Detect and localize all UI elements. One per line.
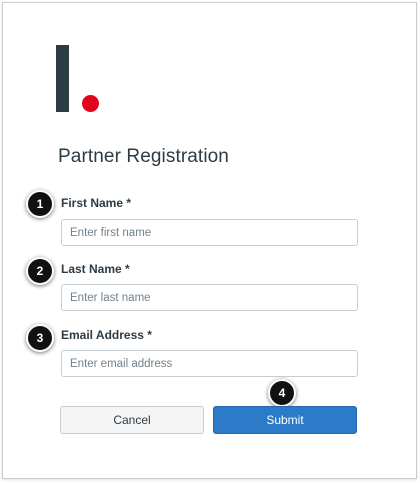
- first-name-label: First Name *: [61, 196, 132, 210]
- cancel-button[interactable]: Cancel: [60, 406, 204, 434]
- last-name-label: Last Name *: [61, 262, 130, 276]
- page-title: Partner Registration: [58, 146, 229, 167]
- brand-logo-icon: [56, 45, 69, 112]
- submit-button[interactable]: Submit: [213, 406, 357, 434]
- email-address-label: Email Address *: [61, 328, 152, 342]
- callout-badge-2: 2: [26, 257, 54, 285]
- last-name-field[interactable]: [61, 284, 358, 311]
- callout-badge-4: 4: [268, 379, 296, 407]
- callout-badge-3: 3: [26, 324, 54, 352]
- brand-logo-dot-icon: [82, 95, 99, 112]
- first-name-field[interactable]: [61, 219, 358, 246]
- email-field[interactable]: [61, 350, 358, 377]
- callout-badge-1: 1: [26, 190, 54, 218]
